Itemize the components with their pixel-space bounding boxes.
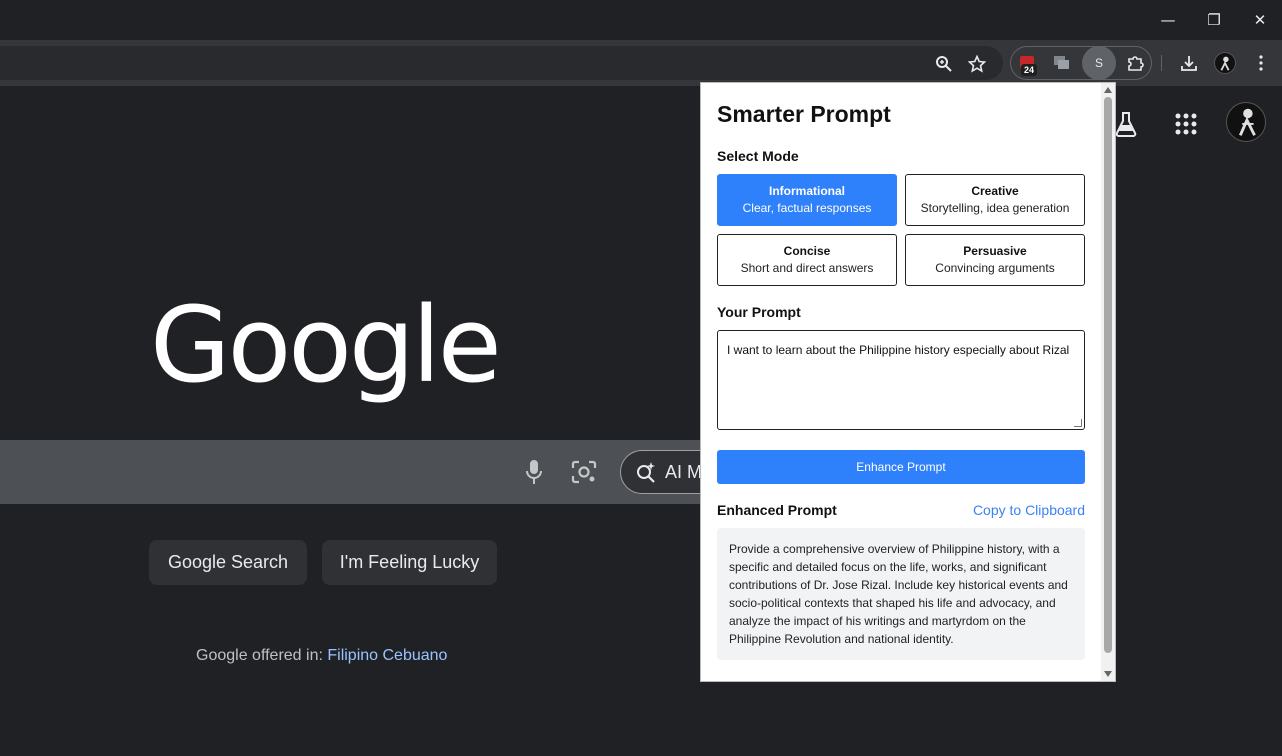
popup-scrollbar[interactable]	[1101, 83, 1115, 681]
language-offer: Google offered in: Filipino Cebuano	[196, 647, 447, 665]
language-link-cebuano[interactable]: Cebuano	[383, 647, 448, 664]
scroll-down-arrow-icon[interactable]	[1104, 671, 1112, 677]
mode-description: Storytelling, idea generation	[920, 201, 1070, 215]
feeling-lucky-button[interactable]: I'm Feeling Lucky	[322, 540, 497, 585]
browser-menu-icon[interactable]	[1250, 52, 1272, 74]
prompt-textarea[interactable]: I want to learn about the Philippine his…	[717, 330, 1085, 430]
mode-creative[interactable]: Creative Storytelling, idea generation	[905, 174, 1085, 226]
mode-description: Short and direct answers	[740, 261, 874, 275]
ai-sparkle-search-icon	[637, 462, 655, 483]
popup-title: Smarter Prompt	[717, 101, 891, 127]
tabs-extension-icon[interactable]	[1051, 52, 1073, 74]
smarter-prompt-extension-button[interactable]: S	[1082, 46, 1116, 80]
smarter-prompt-popup: Smarter Prompt Select Mode Informational…	[700, 82, 1116, 682]
lens-camera-icon[interactable]	[568, 456, 600, 488]
mode-title: Creative	[971, 184, 1019, 198]
google-account-avatar[interactable]	[1226, 102, 1266, 142]
copy-to-clipboard-button[interactable]: Copy to Clipboard	[973, 502, 1085, 518]
mode-persuasive[interactable]: Persuasive Convincing arguments	[905, 234, 1085, 286]
address-bar[interactable]	[0, 46, 1003, 80]
select-mode-label: Select Mode	[717, 148, 799, 164]
apps-grid-icon[interactable]	[1170, 108, 1202, 140]
minimize-button[interactable]: —	[1145, 0, 1191, 40]
google-logo: Google	[150, 284, 502, 406]
mode-title: Informational	[768, 184, 845, 198]
enhanced-prompt-output: Provide a comprehensive overview of Phil…	[717, 528, 1085, 660]
your-prompt-label: Your Prompt	[717, 304, 801, 320]
extension-badge: 24	[1021, 64, 1038, 76]
mode-title: Concise	[783, 244, 831, 258]
enhance-prompt-button[interactable]: Enhance Prompt	[717, 450, 1085, 484]
extensions-puzzle-icon[interactable]	[1124, 52, 1146, 74]
title-bar: — ❐ ✕	[0, 0, 1282, 40]
close-window-button[interactable]: ✕	[1237, 0, 1282, 40]
voice-search-icon[interactable]	[520, 456, 548, 488]
google-search-button[interactable]: Google Search	[149, 540, 307, 585]
profile-avatar[interactable]	[1214, 52, 1236, 74]
bookmark-star-icon[interactable]	[965, 52, 989, 76]
language-offer-label: Google offered in:	[196, 647, 323, 664]
zoom-icon[interactable]	[932, 52, 956, 76]
resize-handle[interactable]	[1074, 419, 1082, 427]
scrollbar-thumb[interactable]	[1104, 97, 1112, 653]
mode-concise[interactable]: Concise Short and direct answers	[717, 234, 897, 286]
restore-button[interactable]: ❐	[1191, 0, 1237, 40]
mode-description: Convincing arguments	[935, 261, 1055, 275]
download-icon[interactable]	[1178, 52, 1200, 74]
mode-title: Persuasive	[963, 244, 1027, 258]
enhanced-prompt-label: Enhanced Prompt	[717, 502, 837, 518]
mode-informational[interactable]: Informational Clear, factual responses	[717, 174, 897, 226]
mode-description: Clear, factual responses	[742, 201, 872, 215]
prompt-text: I want to learn about the Philippine his…	[727, 343, 1070, 357]
scroll-up-arrow-icon[interactable]	[1104, 87, 1112, 93]
language-link-filipino[interactable]: Filipino	[327, 647, 378, 664]
toolbar-separator	[1161, 55, 1162, 71]
